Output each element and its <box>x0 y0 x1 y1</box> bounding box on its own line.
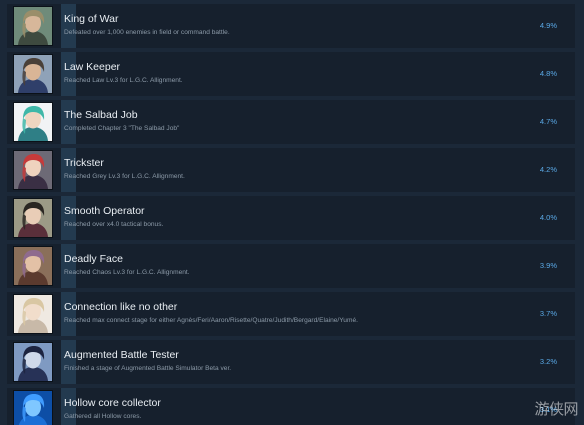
achievement-row[interactable]: Law Keeper Reached Law Lv.3 for L.G.C. Al… <box>7 52 575 96</box>
achievement-row[interactable]: Trickster Reached Grey Lv.3 for L.G.C. Al… <box>7 148 575 192</box>
achievement-row[interactable]: Smooth Operator Reached over x4.0 tactica… <box>7 196 575 240</box>
law-keeper-portrait-icon <box>14 55 52 93</box>
soldier-portrait-icon <box>14 7 52 45</box>
achievement-name: Hollow core collector <box>64 397 161 409</box>
achievement-row[interactable]: Connection like no other Reached max conn… <box>7 292 575 336</box>
achievement-list: King of War Defeated over 1,000 enemies i… <box>0 0 584 425</box>
achievement-description: Reached Grey Lv.3 for L.G.C. Allignment. <box>64 173 185 180</box>
achievement-name: Smooth Operator <box>64 205 145 217</box>
unlock-percent: 4.0% <box>539 213 557 222</box>
achievement-row[interactable]: Deadly Face Reached Chaos Lv.3 for L.G.C.… <box>7 244 575 288</box>
achievement-name: Deadly Face <box>64 253 123 265</box>
chaos-portrait-icon <box>14 247 52 285</box>
unlock-percent: 3.9% <box>539 261 557 270</box>
achievement-name: Connection like no other <box>64 301 178 313</box>
dark-haired-portrait-icon <box>14 199 52 237</box>
achievement-description: Gathered all Hollow cores. <box>64 413 142 420</box>
progress-bar <box>61 196 76 240</box>
achievement-name: The Salbad Job <box>64 109 138 121</box>
armored-portrait-icon <box>14 343 52 381</box>
unlock-percent: 4.2% <box>539 165 557 174</box>
achievement-description: Reached over x4.0 tactical bonus. <box>64 221 164 228</box>
unlock-percent: 4.7% <box>539 117 557 126</box>
unlock-percent: 3.7% <box>539 309 557 318</box>
achievement-description: Reached max connect stage for either Agn… <box>64 317 358 324</box>
achievement-name: Trickster <box>64 157 104 169</box>
achievement-name: Law Keeper <box>64 61 121 73</box>
progress-bar <box>61 4 76 48</box>
progress-bar <box>61 244 76 288</box>
hollow-core-portrait-icon <box>14 391 52 425</box>
achievement-name: King of War <box>64 13 119 25</box>
achievement-row[interactable]: King of War Defeated over 1,000 enemies i… <box>7 4 575 48</box>
progress-bar <box>61 340 76 384</box>
unlock-percent: 4.8% <box>539 69 557 78</box>
achievement-name: Augmented Battle Tester <box>64 349 179 361</box>
achievement-description: Defeated over 1,000 enemies in field or … <box>64 29 230 36</box>
progress-bar <box>61 52 76 96</box>
unlock-percent: 4.9% <box>539 21 557 30</box>
achievement-description: Reached Law Lv.3 for L.G.C. Allignment. <box>64 77 183 84</box>
blonde-portrait-icon <box>14 295 52 333</box>
progress-bar <box>61 148 76 192</box>
achievement-row[interactable]: The Salbad Job Completed Chapter 3 "The S… <box>7 100 575 144</box>
achievement-row[interactable]: Hollow core collector Gathered all Hollow… <box>7 388 575 425</box>
achievement-description: Finished a stage of Augmented Battle Sim… <box>64 365 232 372</box>
achievement-row[interactable]: Augmented Battle Tester Finished a stage … <box>7 340 575 384</box>
achievement-description: Reached Chaos Lv.3 for L.G.C. Allignment… <box>64 269 190 276</box>
red-haired-portrait-icon <box>14 151 52 189</box>
achievement-description: Completed Chapter 3 "The Salbad Job" <box>64 125 180 132</box>
watermark-logo: 游侠网 <box>534 400 578 418</box>
unlock-percent: 3.2% <box>539 357 557 366</box>
progress-bar <box>61 100 76 144</box>
teal-haired-portrait-icon <box>14 103 52 141</box>
progress-bar <box>61 292 76 336</box>
